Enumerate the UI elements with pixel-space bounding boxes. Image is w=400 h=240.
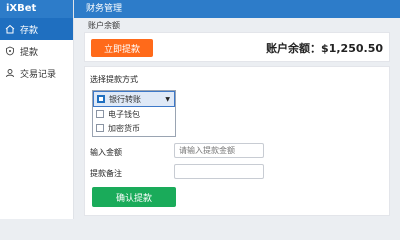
balance-card: 立即提款 账户余额：$1,250.50 (84, 32, 390, 62)
amount-input[interactable] (174, 143, 264, 158)
home-icon (5, 24, 15, 34)
logo: iXBet (0, 0, 73, 18)
option-label: 加密货币 (108, 123, 140, 133)
sidebar-item-deposit[interactable]: 存款 (0, 18, 73, 40)
checkbox-icon (96, 110, 104, 118)
checkbox-icon (97, 95, 105, 103)
amount-label: 输入金额 (90, 148, 122, 157)
confirm-withdraw-button[interactable]: 确认提款 (92, 187, 176, 207)
sidebar-item-withdraw[interactable]: 提款 (0, 40, 73, 62)
sidebar-item-label: 提款 (20, 47, 39, 58)
method-dropdown[interactable]: 银行转账 ▼ 电子钱包 加密货币 (92, 90, 176, 137)
page-title: 财务管理 (74, 0, 400, 18)
chevron-down-icon: ▼ (165, 95, 170, 103)
user-icon (5, 68, 15, 78)
sidebar-item-transactions[interactable]: 交易记录 (0, 62, 73, 84)
sidebar-item-label: 存款 (20, 25, 39, 36)
withdraw-now-button[interactable]: 立即提款 (91, 39, 153, 57)
method-label: 选择提款方式 (90, 75, 138, 84)
option-label: 银行转账 (109, 94, 141, 104)
sidebar: iXBet 存款 提款 交易记录 (0, 0, 74, 219)
method-option-bank[interactable]: 银行转账 ▼ (93, 91, 175, 107)
balance-section-title: 账户余额 (88, 21, 120, 30)
withdraw-form: 选择提款方式 银行转账 ▼ 电子钱包 加密货币 输入金额 提款备注 确认提款 (84, 66, 390, 216)
method-option-crypto[interactable]: 加密货币 (93, 121, 175, 135)
shield-icon (5, 46, 15, 56)
method-option-ewallet[interactable]: 电子钱包 (93, 107, 175, 121)
sidebar-item-label: 交易记录 (20, 69, 57, 80)
option-label: 电子钱包 (108, 109, 140, 119)
note-label: 提款备注 (90, 169, 122, 178)
note-input[interactable] (174, 164, 264, 179)
balance-amount: 账户余额：$1,250.50 (266, 42, 383, 55)
checkbox-icon (96, 124, 104, 132)
